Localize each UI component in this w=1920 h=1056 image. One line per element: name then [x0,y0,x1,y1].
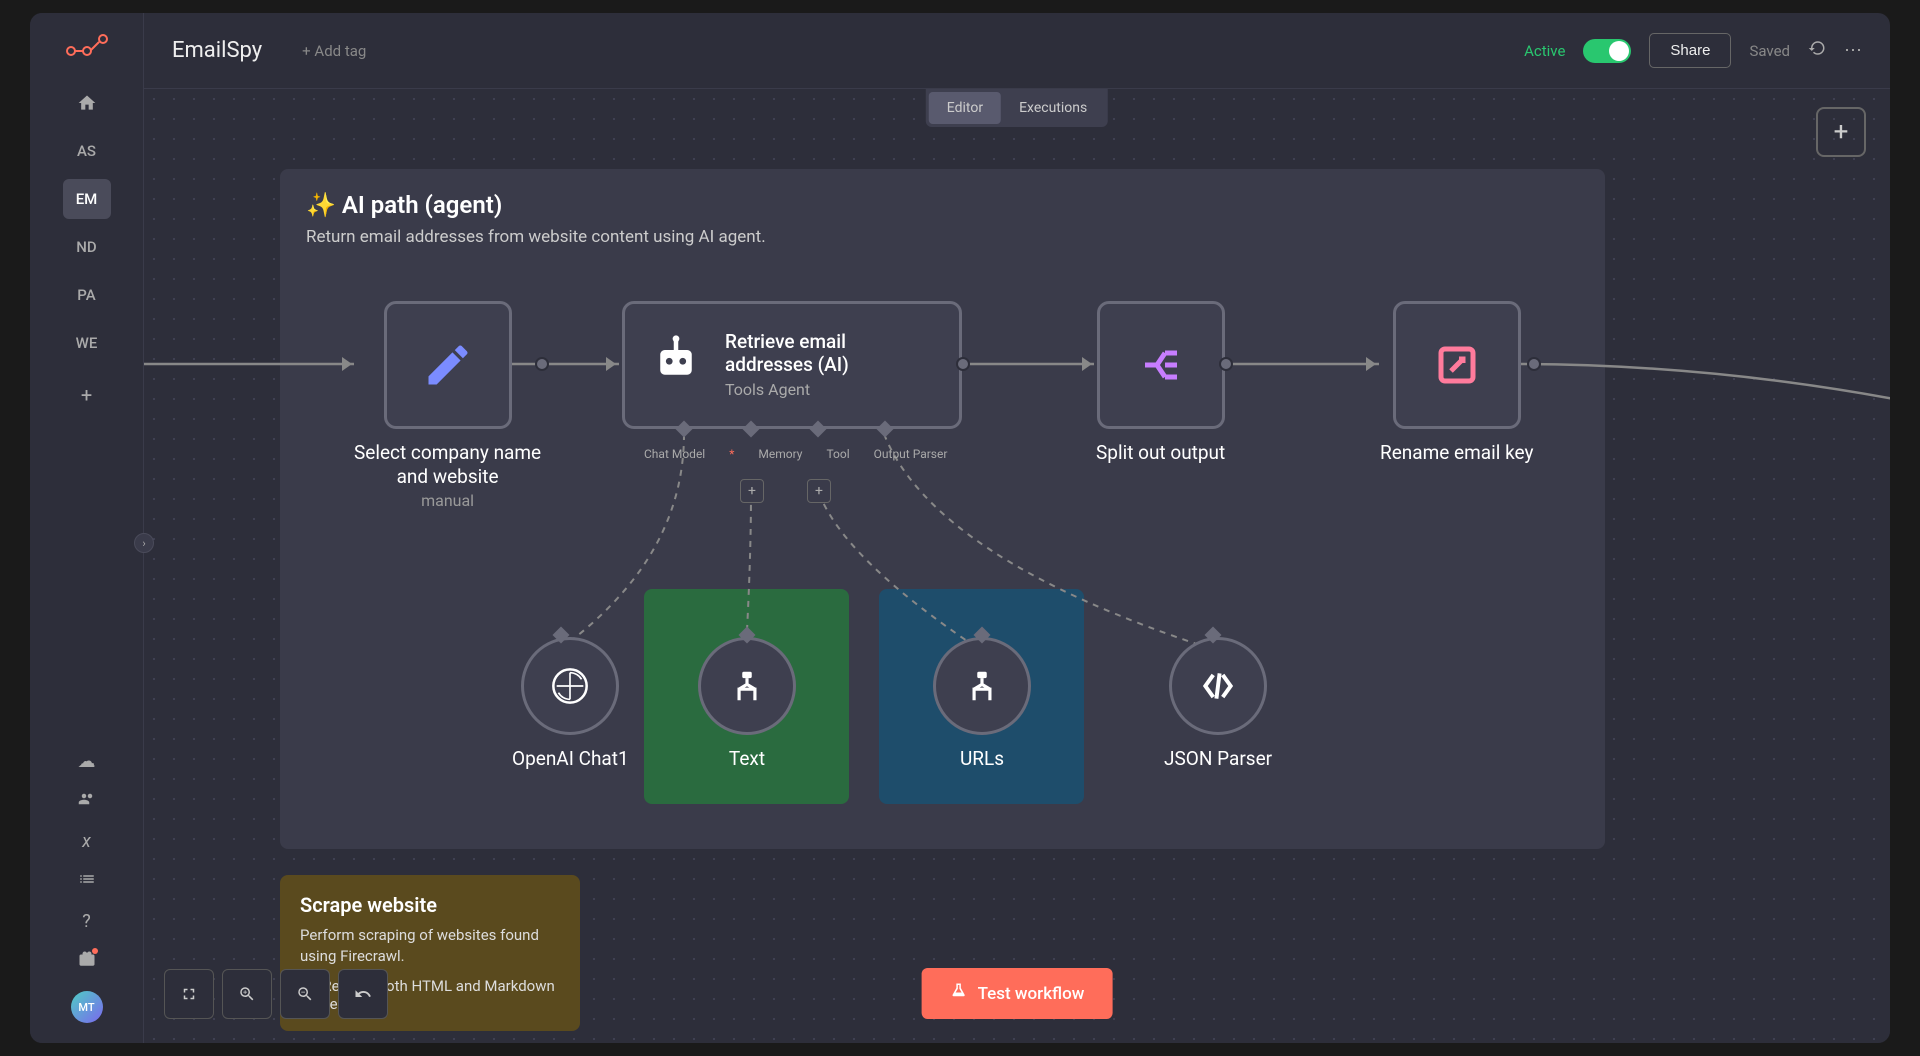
canvas-controls [164,969,388,1019]
nav-home[interactable] [63,83,111,123]
nav-nd[interactable]: ND [63,227,111,267]
subnode-parser-label: JSON Parser [1164,747,1272,771]
subnode-urls-label: URLs [960,747,1004,771]
sidebar: AS EM ND PA WE + ☁ x ? MT [30,13,144,1043]
cloud-icon[interactable]: ☁ [78,751,96,772]
nav-we[interactable]: WE [63,323,111,363]
node-select-sublabel: manual [421,491,474,510]
add-node-button[interactable]: + [1816,107,1866,157]
subnode-urls[interactable]: URLs [933,637,1031,771]
zoom-out-button[interactable] [280,969,330,1019]
more-icon[interactable]: ⋯ [1844,40,1862,61]
robot-icon [649,332,703,398]
sticky-scrape-title: Scrape website [300,893,560,917]
variables-icon[interactable]: x [82,831,91,852]
canvas[interactable]: Editor Executions + ✨ AI path (agent) Re… [144,89,1890,1043]
add-tag-button[interactable]: + Add tag [302,42,366,60]
add-tool-button[interactable]: + [807,479,831,503]
avatar[interactable]: MT [71,991,103,1023]
add-memory-button[interactable]: + [740,479,764,503]
test-workflow-button[interactable]: Test workflow [922,968,1113,1019]
list-icon[interactable] [78,870,96,893]
node-agent-title: Retrieve email addresses (AI) [725,331,935,377]
node-select-company[interactable]: Select company nameand website manual [354,301,541,510]
gift-icon[interactable] [78,950,96,973]
node-select-label: Select company nameand website [354,441,541,489]
tab-executions[interactable]: Executions [1001,92,1105,124]
node-split-output[interactable]: Split out output [1096,301,1225,465]
node-agent-sub: Tools Agent [725,380,935,399]
sticky-ai-desc: Return email addresses from website cont… [280,227,1605,247]
zoom-in-button[interactable] [222,969,272,1019]
nav-add-project[interactable]: + [63,375,111,415]
nav-em[interactable]: EM [63,179,111,219]
node-rename-key[interactable]: Rename email key [1380,301,1533,465]
nav-as[interactable]: AS [63,131,111,171]
topbar: EmailSpy + Add tag Active Share Saved ⋯ [144,13,1890,89]
expand-sidebar-icon[interactable]: › [134,533,154,553]
node-rename-label: Rename email key [1380,441,1533,465]
agent-port-labels: Chat Model* Memory Tool Output Parser [644,447,947,461]
active-toggle[interactable] [1583,39,1631,63]
sticky-ai-title: ✨ AI path (agent) [280,169,1605,227]
subnode-text-label: Text [729,747,765,771]
history-icon[interactable] [1808,39,1826,62]
tab-editor[interactable]: Editor [929,92,1001,124]
fullscreen-button[interactable] [164,969,214,1019]
node-retrieve-emails-ai[interactable]: Retrieve email addresses (AI) Tools Agen… [622,301,962,429]
nav-pa[interactable]: PA [63,275,111,315]
logo[interactable] [30,33,143,83]
subnode-text[interactable]: Text [698,637,796,771]
subnode-openai-chat[interactable]: OpenAI Chat1 [512,637,629,771]
saved-label: Saved [1749,42,1790,60]
subnode-openai-label: OpenAI Chat1 [512,747,629,771]
node-split-label: Split out output [1096,441,1225,465]
share-button[interactable]: Share [1649,33,1731,68]
tab-switcher: Editor Executions [926,89,1108,127]
help-icon[interactable]: ? [82,911,91,932]
sticky-scrape-text: Perform scraping of websites found using… [300,925,560,967]
undo-button[interactable] [338,969,388,1019]
active-label: Active [1524,42,1565,60]
subnode-json-parser[interactable]: JSON Parser [1164,637,1272,771]
logo-icon [65,33,109,63]
users-icon[interactable] [78,790,96,813]
workflow-title[interactable]: EmailSpy [172,38,262,63]
flask-icon [950,982,968,1005]
